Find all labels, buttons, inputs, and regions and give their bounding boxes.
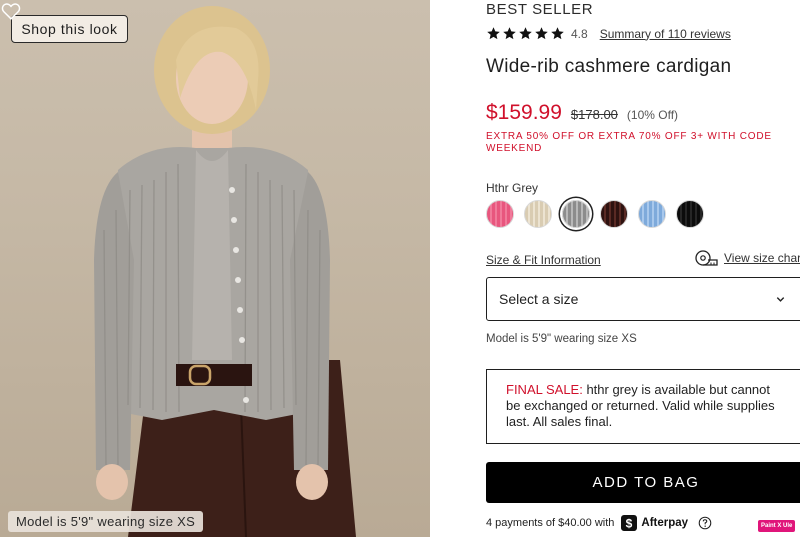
rating-row: 4.8 Summary of 110 reviews [486,25,731,42]
product-title: Wide-rib cashmere cardigan [486,56,732,77]
afterpay-row: 4 payments of $40.00 with $ Afterpay [486,515,712,531]
promo-message: EXTRA 50% OFF OR EXTRA 70% OFF 3+ WITH C… [486,131,772,154]
swatch-black[interactable] [676,200,704,228]
swatch-hthr-grey[interactable] [562,200,590,228]
question-circle-icon[interactable] [698,516,712,530]
selected-color-label: Hthr Grey [486,181,539,195]
final-sale-label: FINAL SALE: [506,382,583,397]
swatch-pink[interactable] [486,200,514,228]
svg-text:$: $ [626,517,633,531]
star-icon [551,27,564,40]
size-chart-label: View size chart [724,251,800,265]
final-sale-notice: FINAL SALE: hthr grey is available but c… [486,369,800,444]
view-size-chart-link[interactable]: View size chart [694,249,800,267]
color-swatches [486,200,704,228]
star-icon [519,27,532,40]
afterpay-logo-icon: $ [621,515,638,531]
discount-percent: (10% Off) [626,108,679,122]
product-image[interactable]: Shop this look Model is 5'9" wearing siz… [0,0,430,537]
reviews-summary-link[interactable]: Summary of 110 reviews [600,27,731,41]
star-icon [503,27,516,40]
original-price: $178.00 [570,107,618,122]
chevron-down-icon [776,297,785,302]
size-fit-information-link[interactable]: Size & Fit Information [486,253,601,267]
rating-value: 4.8 [571,26,588,41]
star-icon [487,27,500,40]
size-select-dropdown[interactable]: Select a size [486,277,800,321]
heart-icon[interactable] [0,0,22,22]
afterpay-name: Afterpay [641,517,689,529]
swatch-brown[interactable] [600,200,628,228]
model-photo-illustration [94,6,356,537]
shop-this-look-button[interactable]: Shop this look [11,15,128,43]
best-seller-badge: BEST SELLER [486,1,594,18]
star-icon [535,27,548,40]
swatch-light-blue[interactable] [638,200,666,228]
paint-badge: Paint X Ule [758,520,796,532]
measuring-tape-icon [695,250,718,266]
sale-price: $159.99 [486,101,562,124]
model-size-info: Model is 5'9" wearing size XS [486,333,637,345]
product-details: BEST SELLER 4.8 Summary of 110 reviews W… [486,0,800,537]
size-select-value: Select a size [499,291,579,307]
price-row: $159.99 $178.00 (10% Off) [486,101,678,125]
swatch-natural[interactable] [524,200,552,228]
model-caption: Model is 5'9" wearing size XS [8,511,204,532]
installments-text: 4 payments of $40.00 with [486,517,615,529]
add-to-bag-button[interactable]: ADD TO BAG [486,462,800,503]
star-rating [486,26,565,41]
